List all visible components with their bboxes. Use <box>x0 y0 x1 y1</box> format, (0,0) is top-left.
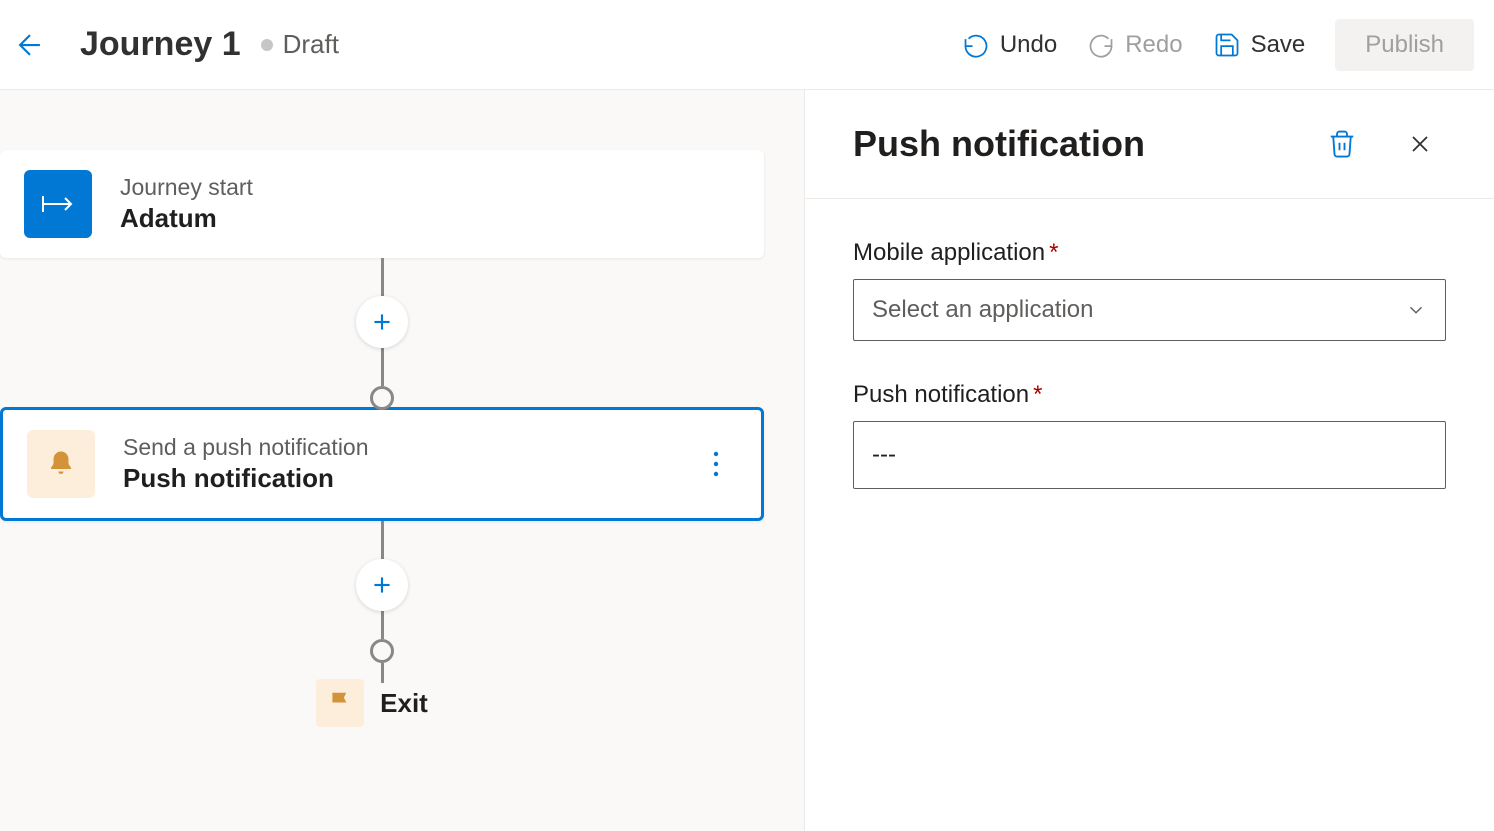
required-asterisk: * <box>1049 239 1058 266</box>
bell-icon <box>27 430 95 498</box>
save-label: Save <box>1251 31 1306 59</box>
save-icon <box>1213 31 1241 59</box>
plus-icon <box>369 572 395 598</box>
exit-node[interactable]: Exit <box>0 679 754 727</box>
panel-body: Mobile application* Select an applicatio… <box>805 199 1494 529</box>
add-step-button-2[interactable] <box>356 559 408 611</box>
save-button[interactable]: Save <box>1213 31 1306 59</box>
publish-button: Publish <box>1335 19 1474 71</box>
push-node-subtitle: Send a push notification <box>123 434 369 461</box>
push-notification-value: --- <box>872 441 896 469</box>
panel-title: Push notification <box>853 123 1318 165</box>
undo-icon <box>962 31 990 59</box>
properties-panel: Push notification Mobile application* Se… <box>805 90 1494 831</box>
exit-label: Exit <box>380 688 428 719</box>
app-header: Journey 1 Draft Undo Redo Save Publish <box>0 0 1494 90</box>
plus-icon <box>369 309 395 335</box>
push-notification-field[interactable]: --- <box>853 421 1446 489</box>
connector-1 <box>0 258 764 410</box>
mobile-app-select[interactable]: Select an application <box>853 279 1446 341</box>
undo-label: Undo <box>1000 31 1057 59</box>
journey-canvas: Journey start Adatum Send a push notific… <box>0 90 805 831</box>
redo-label: Redo <box>1125 31 1182 59</box>
back-button[interactable] <box>10 25 50 65</box>
add-step-button[interactable] <box>356 296 408 348</box>
redo-button: Redo <box>1087 31 1182 59</box>
mobile-app-placeholder: Select an application <box>872 296 1093 324</box>
joint-icon <box>370 386 394 410</box>
connector-2 <box>0 521 764 683</box>
mobile-app-label: Mobile application* <box>853 239 1446 267</box>
journey-title: Journey 1 <box>80 25 241 64</box>
arrow-start-icon <box>24 170 92 238</box>
flag-icon <box>316 679 364 727</box>
close-panel-button[interactable] <box>1396 120 1444 168</box>
start-node-subtitle: Journey start <box>120 174 253 201</box>
undo-button[interactable]: Undo <box>962 31 1057 59</box>
required-asterisk: * <box>1033 381 1042 408</box>
push-node-title: Push notification <box>123 463 369 494</box>
status-label: Draft <box>283 29 339 60</box>
push-notification-label: Push notification* <box>853 381 1446 409</box>
node-more-menu[interactable] <box>701 444 731 484</box>
journey-start-node[interactable]: Journey start Adatum <box>0 150 764 258</box>
delete-button[interactable] <box>1318 120 1366 168</box>
more-vertical-icon <box>713 451 719 477</box>
redo-icon <box>1087 31 1115 59</box>
trash-icon <box>1327 129 1357 159</box>
push-notification-node[interactable]: Send a push notification Push notificati… <box>0 407 764 521</box>
header-actions: Undo Redo Save Publish <box>962 19 1474 71</box>
panel-header: Push notification <box>805 90 1494 199</box>
chevron-down-icon <box>1405 299 1427 321</box>
close-icon <box>1406 130 1434 158</box>
joint-icon <box>370 639 394 663</box>
status-dot-icon <box>261 39 273 51</box>
start-node-title: Adatum <box>120 203 253 234</box>
